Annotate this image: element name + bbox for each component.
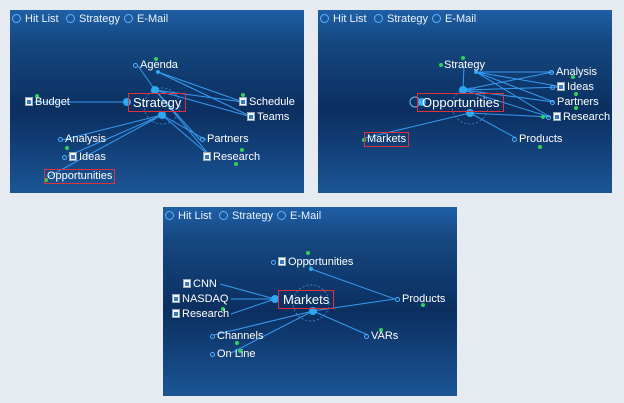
document-icon bbox=[247, 112, 255, 121]
node-analysis[interactable]: Analysis bbox=[58, 133, 106, 146]
center-node-strategy[interactable]: Strategy bbox=[128, 93, 187, 112]
graph-panel-markets: Hit List Strategy E-Mail Opportunities C… bbox=[163, 207, 457, 396]
node-icon bbox=[58, 137, 63, 142]
graph-panel-strategy: Hit List Strategy E-Mail Agenda Budget S… bbox=[10, 10, 304, 193]
node-strategy[interactable]: Strategy bbox=[444, 59, 485, 72]
node-icon bbox=[512, 137, 517, 142]
node-ideas[interactable]: Ideas bbox=[62, 151, 106, 164]
node-opportunities[interactable]: Opportunities bbox=[271, 256, 353, 269]
node-products[interactable]: Products bbox=[512, 133, 562, 146]
node-icon bbox=[549, 70, 554, 75]
graph-panel-opportunities: Hit List Strategy E-Mail Strategy Opport… bbox=[318, 10, 612, 193]
document-icon bbox=[278, 257, 286, 266]
node-products[interactable]: Products bbox=[395, 293, 445, 306]
node-icon bbox=[364, 334, 369, 339]
node-research[interactable]: Research bbox=[172, 308, 229, 321]
node-research[interactable]: Research bbox=[203, 151, 260, 164]
node-agenda[interactable]: Agenda bbox=[133, 59, 178, 72]
node-channels[interactable]: Channels bbox=[210, 330, 263, 343]
document-icon bbox=[172, 309, 180, 318]
document-icon bbox=[557, 82, 565, 91]
node-icon bbox=[271, 260, 276, 265]
node-analysis[interactable]: Analysis bbox=[549, 66, 597, 79]
node-research[interactable]: Research bbox=[546, 111, 610, 124]
node-nasdaq[interactable]: NASDAQ bbox=[172, 293, 228, 306]
document-icon bbox=[203, 152, 211, 161]
document-icon bbox=[183, 279, 191, 288]
node-vars[interactable]: VARs bbox=[364, 330, 398, 343]
node-icon bbox=[550, 100, 555, 105]
selected-node-markets[interactable]: Markets bbox=[364, 132, 410, 147]
node-ideas[interactable]: Ideas bbox=[550, 81, 594, 94]
selected-node-opportunities[interactable]: Opportunities bbox=[44, 169, 116, 184]
node-icon bbox=[200, 137, 205, 142]
center-node-markets[interactable]: Markets bbox=[278, 290, 335, 309]
node-icon bbox=[395, 297, 400, 302]
node-cnn[interactable]: CNN bbox=[183, 278, 217, 291]
document-icon bbox=[25, 97, 33, 106]
node-icon bbox=[546, 115, 551, 120]
node-icon bbox=[62, 155, 67, 160]
node-partners[interactable]: Partners bbox=[550, 96, 599, 109]
node-on-line[interactable]: On Line bbox=[210, 348, 256, 361]
node-icon bbox=[210, 334, 215, 339]
document-icon bbox=[172, 294, 180, 303]
document-icon bbox=[553, 112, 561, 121]
node-icon bbox=[133, 63, 138, 68]
node-budget[interactable]: Budget bbox=[25, 96, 70, 109]
node-schedule[interactable]: Schedule bbox=[239, 96, 295, 109]
node-icon bbox=[210, 352, 215, 357]
node-icon bbox=[550, 85, 555, 90]
document-icon bbox=[69, 152, 77, 161]
node-partners[interactable]: Partners bbox=[200, 133, 249, 146]
center-node-opportunities[interactable]: Opportunities bbox=[417, 93, 505, 112]
document-icon bbox=[239, 97, 247, 106]
node-teams[interactable]: Teams bbox=[247, 111, 289, 124]
